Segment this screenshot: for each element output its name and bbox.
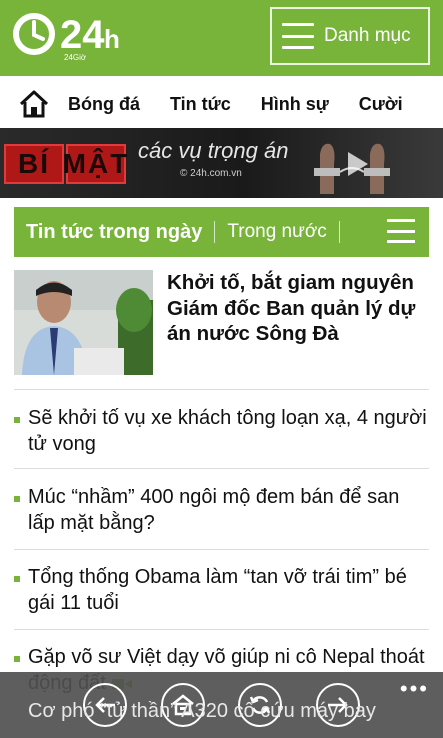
banner-char-1: BÍ xyxy=(4,144,64,184)
bullet-icon xyxy=(14,417,20,423)
hamburger-icon xyxy=(282,23,314,49)
banner-title: các vụ trọng án xyxy=(138,138,289,163)
play-icon xyxy=(348,152,368,176)
section-sub-tab[interactable]: Trong nước xyxy=(227,221,326,243)
news-title[interactable]: Múc “nhầm” 400 ngôi mộ đem bán để san lấ… xyxy=(28,484,429,536)
logo-text: 24 xyxy=(60,13,105,57)
divider xyxy=(14,629,429,630)
featured-headline[interactable]: Khởi tố, bắt giam nguyên Giám đốc Ban qu… xyxy=(167,270,429,347)
nav-home[interactable] xyxy=(0,76,68,132)
banner-char-2: MẬT xyxy=(63,144,127,184)
nav-item-cuoi[interactable]: Cười xyxy=(359,94,403,115)
nav-item-hinh-su[interactable]: Hình sự xyxy=(261,94,329,115)
bullet-icon xyxy=(14,656,20,662)
header-bar: 24 h 24Giờ Danh mục xyxy=(0,0,443,76)
bullet-icon xyxy=(14,496,20,502)
banner-subtitle: © 24h.com.vn xyxy=(180,168,242,179)
logo-24h-icon[interactable]: 24 h 24Giờ xyxy=(12,8,122,64)
nav-item-tin-tuc[interactable]: Tin tức xyxy=(170,94,231,115)
section-menu-icon[interactable] xyxy=(387,219,415,243)
list-item[interactable]: Sẽ khởi tố vụ xe khách tông loạn xạ, 4 n… xyxy=(14,405,429,457)
divider xyxy=(14,549,429,550)
divider xyxy=(14,468,429,469)
divider xyxy=(14,389,429,390)
news-title[interactable]: Sẽ khởi tố vụ xe khách tông loạn xạ, 4 n… xyxy=(28,405,429,457)
news-title[interactable]: Tổng thống Obama làm “tan vỡ trái tim” b… xyxy=(28,564,429,616)
category-menu-label: Danh mục xyxy=(324,25,411,46)
promo-banner[interactable]: BÍ MẬT các vụ trọng án © 24h.com.vn xyxy=(0,128,443,198)
section-divider xyxy=(214,221,216,243)
more-options-icon[interactable]: ••• xyxy=(400,676,429,702)
section-bar: Tin tức trong ngày Trong nước xyxy=(14,207,429,257)
featured-thumbnail[interactable] xyxy=(14,270,153,375)
category-menu-button[interactable]: Danh mục xyxy=(270,7,430,65)
list-item[interactable]: Múc “nhầm” 400 ngôi mộ đem bán để san lấ… xyxy=(14,484,429,536)
section-divider xyxy=(338,221,340,243)
logo-h: h xyxy=(104,24,120,54)
list-item[interactable]: Tổng thống Obama làm “tan vỡ trái tim” b… xyxy=(14,564,429,616)
top-nav: Bóng đá Tin tức Hình sự Cười xyxy=(0,76,443,132)
logo-sub: 24Giờ xyxy=(64,53,87,62)
home-icon xyxy=(19,90,49,118)
featured-article[interactable]: Khởi tố, bắt giam nguyên Giám đốc Ban qu… xyxy=(14,270,429,386)
news-title-peek[interactable]: Cơ phó “tử thần” A320 cố cứu máy bay xyxy=(28,700,443,723)
nav-item-bong-da[interactable]: Bóng đá xyxy=(68,94,140,115)
bullet-icon xyxy=(14,576,20,582)
section-title[interactable]: Tin tức trong ngày xyxy=(14,221,202,244)
